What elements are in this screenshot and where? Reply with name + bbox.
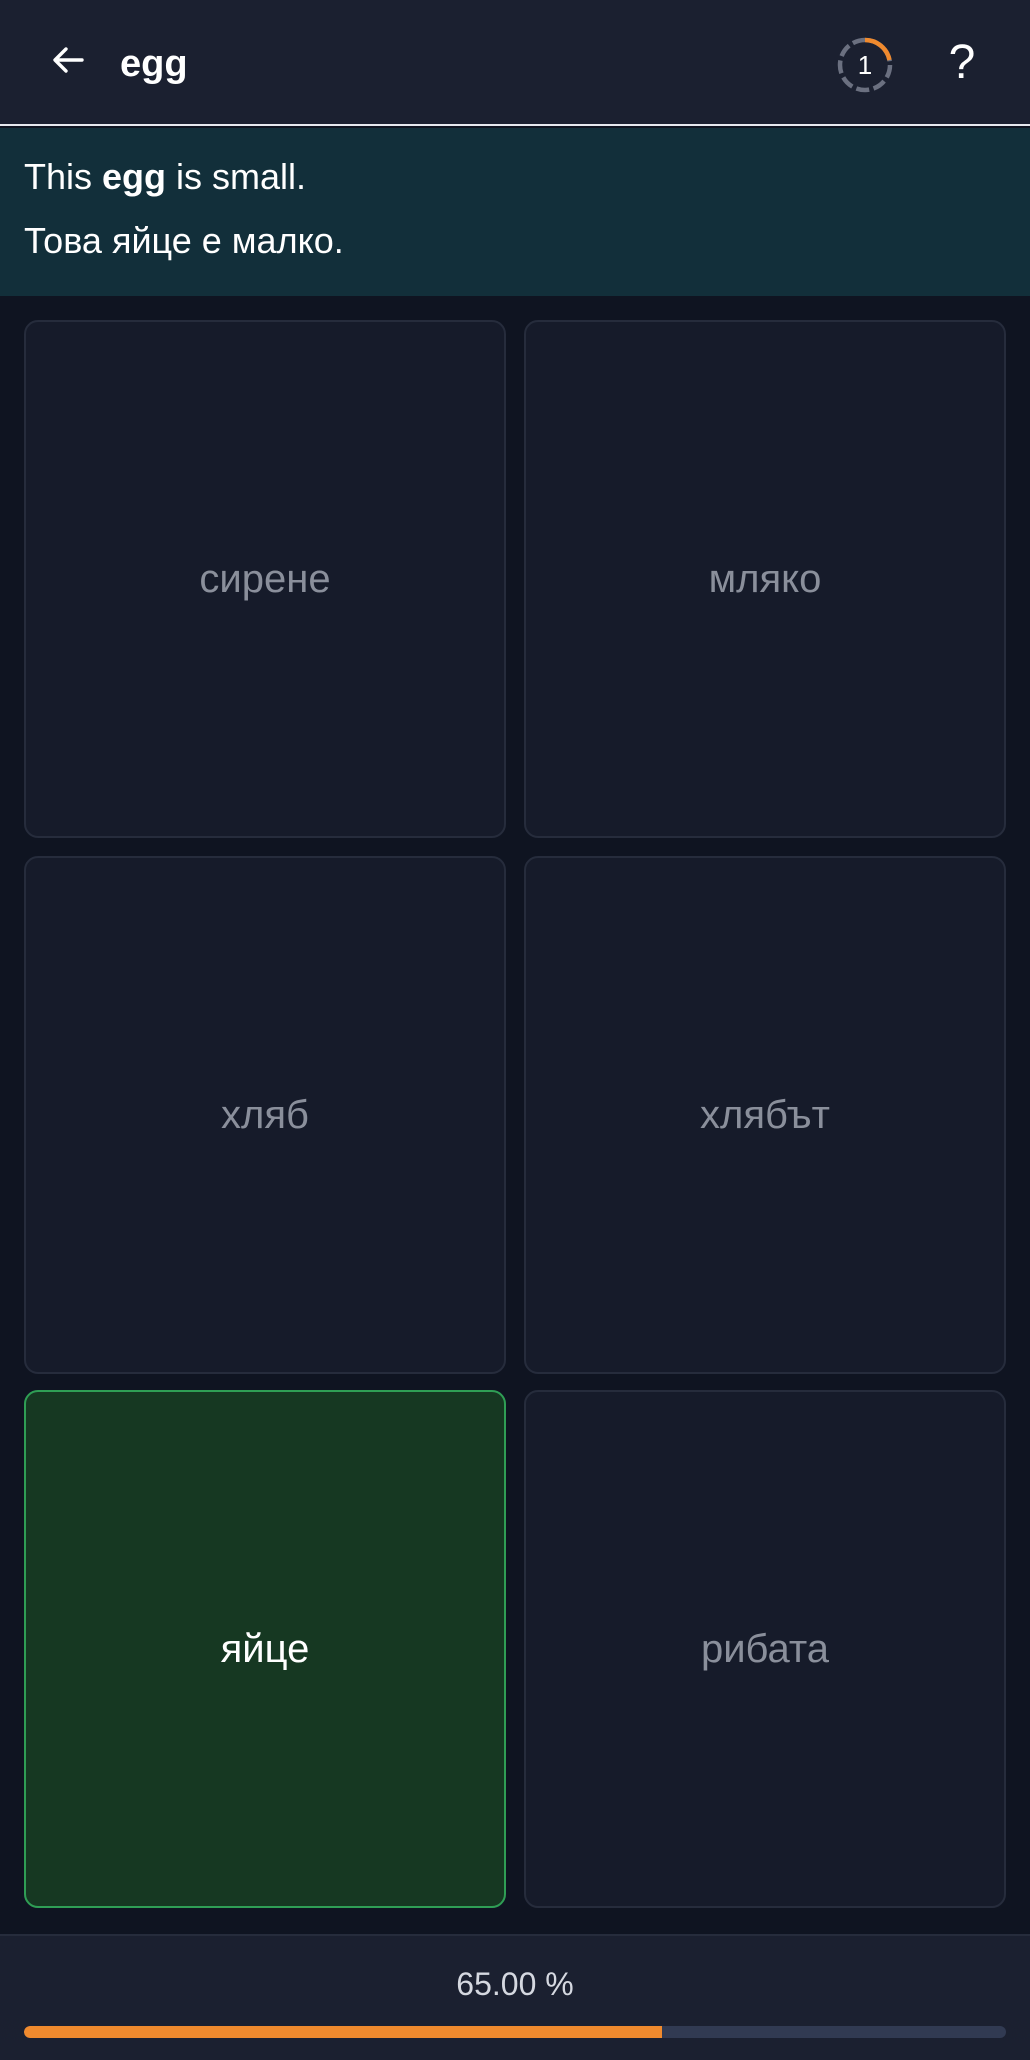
progress-bar-fill [24, 2026, 663, 2038]
english-sentence: This egg is small. [24, 154, 306, 200]
page-title: egg [120, 43, 188, 85]
back-button[interactable] [38, 30, 98, 90]
answer-option-2[interactable]: мляко [524, 320, 1006, 838]
translated-sentence: Това яйце е малко. [24, 220, 344, 261]
example-sentence-panel: This egg is small. Това яйце е малко. [0, 128, 1030, 296]
answer-option-6[interactable]: рибата [524, 1390, 1006, 1908]
answer-option-3[interactable]: хляб [24, 856, 506, 1374]
quiz-screen: egg 1 ? This egg is small. Това яйце е м… [0, 0, 1030, 2060]
help-button[interactable]: ? [930, 30, 994, 94]
question-mark-icon: ? [948, 35, 976, 89]
answer-option-1[interactable]: сирене [24, 320, 506, 838]
answer-option-4[interactable]: хлябът [524, 856, 1006, 1374]
answer-option-5[interactable]: яйце [24, 1390, 506, 1908]
progress-label: 65.00 % [456, 1966, 574, 2002]
sentence-suffix: is small. [166, 156, 307, 197]
sentence-prefix: This [24, 156, 103, 197]
progress-bar [24, 2026, 1006, 2038]
sentence-keyword: egg [102, 156, 167, 197]
timer-count: 1 [857, 49, 873, 80]
arrow-left-icon [53, 47, 84, 73]
progress-footer: 65.00 % [0, 1934, 1030, 2060]
top-bar: egg 1 ? [0, 0, 1030, 126]
timer-indicator[interactable]: 1 [836, 36, 894, 94]
